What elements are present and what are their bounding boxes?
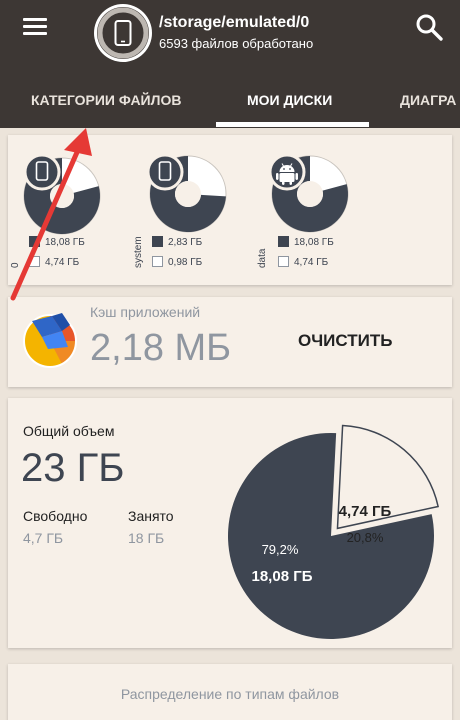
pie-free-percent: 20,8% xyxy=(347,530,384,545)
used-swatch xyxy=(29,236,40,247)
disks-card: 0 18,08 ГБ 4,74 ГБ system 2,83 ГБ 0,98 Г… xyxy=(8,135,452,285)
disk-donut-hole xyxy=(175,181,201,207)
search-icon[interactable] xyxy=(414,12,444,42)
app-bar: /storage/emulated/0 6593 файлов обработа… xyxy=(0,0,460,128)
total-volume-card: Общий объем 23 ГБ Свободно 4,7 ГБ Занято… xyxy=(8,398,452,648)
pie-used-size: 18,08 ГБ xyxy=(252,568,313,585)
used-swatch xyxy=(278,236,289,247)
storage-pie-chart[interactable]: 4,74 ГБ 20,8% 79,2% 18,08 ГБ xyxy=(221,424,441,644)
distribution-title: Распределение по типам файлов xyxy=(120,686,340,702)
disk-0-label: 0 xyxy=(10,262,21,268)
free-swatch xyxy=(29,256,40,267)
disk-donut-hole xyxy=(50,184,74,208)
tab-file-categories[interactable]: КАТЕГОРИИ ФАЙЛОВ xyxy=(31,78,181,128)
disk-data-label: data xyxy=(257,248,268,268)
pie-used-percent: 79,2% xyxy=(262,542,299,557)
files-processed: 6593 файлов обработано xyxy=(159,36,314,51)
disk-system-used-legend: 2,83 ГБ xyxy=(152,236,202,248)
disk-donut-hole xyxy=(297,181,323,207)
disk-system-free-legend: 0,98 ГБ xyxy=(152,256,202,268)
active-tab-indicator xyxy=(216,122,369,127)
total-volume-label: Общий объем xyxy=(23,423,115,439)
disk-system-label: system xyxy=(133,236,144,268)
free-label: Свободно xyxy=(23,508,88,524)
disk-data-used-legend: 18,08 ГБ xyxy=(278,236,334,248)
disk-0-free-legend: 4,74 ГБ xyxy=(29,256,79,268)
storage-path: /storage/emulated/0 xyxy=(159,14,310,31)
tab-my-disks[interactable]: МОИ ДИСКИ xyxy=(247,78,332,128)
pie-free-size: 4,74 ГБ xyxy=(339,503,392,520)
total-volume-value: 23 ГБ xyxy=(21,446,125,490)
cache-cleaner-icon xyxy=(23,313,77,368)
tab-bar: КАТЕГОРИИ ФАЙЛОВ МОИ ДИСКИ ДИАГРА xyxy=(0,78,460,128)
tab-diagram[interactable]: ДИАГРА xyxy=(400,78,456,128)
storage-ring-icon[interactable] xyxy=(93,3,153,63)
menu-icon[interactable] xyxy=(22,14,50,40)
used-value: 18 ГБ xyxy=(128,530,165,546)
free-swatch xyxy=(278,256,289,267)
cache-label: Кэш приложений xyxy=(90,304,201,320)
disk-data-free-legend: 4,74 ГБ xyxy=(278,256,328,268)
file-type-distribution-card: Распределение по типам файлов xyxy=(8,664,452,720)
free-value: 4,7 ГБ xyxy=(23,530,64,546)
used-label: Занято xyxy=(128,508,174,524)
app-cache-card: Кэш приложений 2,18 МБ ОЧИСТИТЬ xyxy=(8,297,452,387)
clear-cache-button[interactable]: ОЧИСТИТЬ xyxy=(298,331,392,351)
free-swatch xyxy=(152,256,163,267)
cache-size: 2,18 МБ xyxy=(90,327,232,369)
used-swatch xyxy=(152,236,163,247)
disk-0-used-legend: 18,08 ГБ xyxy=(29,236,85,248)
